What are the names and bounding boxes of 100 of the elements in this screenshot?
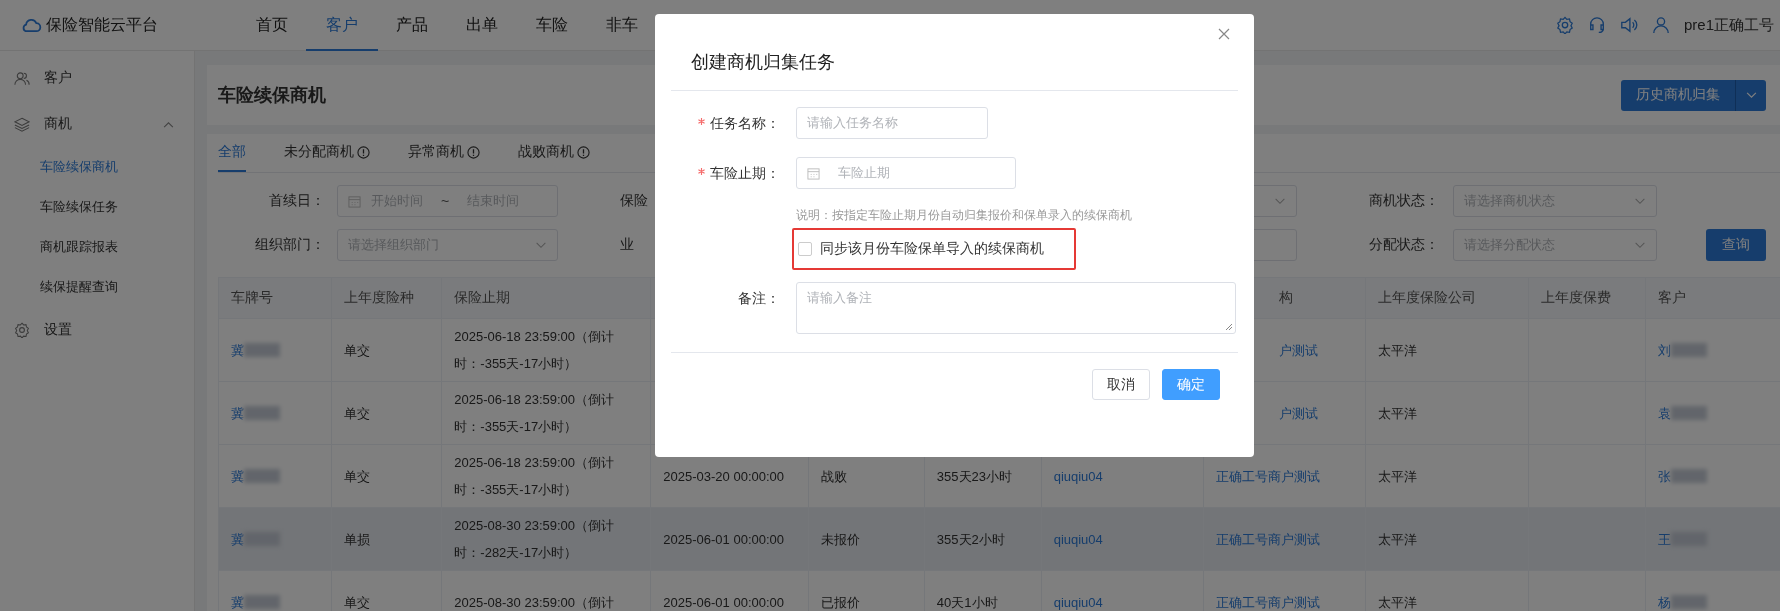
checkbox-label[interactable]: 同步该月份车险保单导入的续保商机: [820, 240, 1044, 258]
filter-label: 业: [619, 236, 635, 254]
sidebar-item[interactable]: 设置: [0, 307, 194, 353]
checkbox[interactable]: [798, 242, 812, 256]
redaction-blur: [1671, 595, 1708, 609]
chevron-down-icon: [1634, 241, 1646, 249]
table-cell: 未报价: [821, 531, 861, 547]
column-header: 保险止期: [441, 277, 651, 319]
customer-name[interactable]: 刘: [1658, 336, 1672, 364]
field-label: 车险止期：: [655, 157, 780, 189]
table-link[interactable]: 正确工号商户测试: [1215, 531, 1320, 547]
caret-icon: [1745, 91, 1757, 99]
redaction-blur: [244, 469, 280, 483]
plate-number[interactable]: 冀: [231, 588, 244, 611]
required-icon: [698, 118, 705, 125]
filter-label: 首续日：: [268, 192, 326, 210]
table-link[interactable]: 正确工号商户测试: [1215, 468, 1320, 484]
nav-tab[interactable]: 客户: [306, 0, 378, 51]
table-cell: 单交: [343, 594, 370, 610]
info-icon: [467, 145, 480, 159]
tab[interactable]: 未分配商机: [284, 134, 370, 172]
filter-label: 商机状态：: [1368, 192, 1440, 210]
table-cell: 太平洋: [1378, 468, 1418, 484]
table-link[interactable]: 户测试: [1278, 405, 1318, 421]
table-cell: 2025-06-01 00:00:00: [663, 531, 785, 547]
sidebar-item[interactable]: 商机: [0, 101, 194, 147]
customer-name[interactable]: 杨: [1658, 588, 1672, 611]
plate-number[interactable]: 冀: [231, 462, 244, 490]
dialog-title: 创建商机归集任务: [691, 52, 835, 72]
table-cell: 太平洋: [1378, 405, 1418, 421]
date-field[interactable]: 车险止期: [796, 157, 1016, 189]
table-cell: 2025-08-30 23:59:00（倒计时：-282天-17小时）: [454, 518, 615, 560]
sidebar-subitem[interactable]: 商机跟踪报表: [0, 227, 194, 267]
speaker-icon[interactable]: [1619, 16, 1638, 34]
table-cell: 战败: [821, 468, 848, 484]
field-label: 备注：: [737, 289, 780, 308]
user-name[interactable]: pre1正确工号: [1683, 15, 1774, 35]
remark-field[interactable]: 请输入备注: [796, 282, 1236, 334]
sidebar-subitem[interactable]: 续保提醒查询: [0, 267, 194, 307]
plate-number[interactable]: 冀: [231, 525, 244, 553]
table-row[interactable]: 冀 单交 2025-08-30 23:59:00（倒计 2025-06-01 00:00:00 已报价 40天1小时 qiuqiu04 正确工号商户测试 太平洋 杨: [218, 570, 1780, 611]
customer-name[interactable]: 王: [1658, 525, 1672, 553]
tab[interactable]: 全部: [218, 134, 246, 172]
filter-label: 分配状态：: [1368, 236, 1440, 254]
chevron-down-icon: [1634, 197, 1646, 205]
calendar-icon: [348, 194, 361, 208]
info-icon: [577, 145, 590, 159]
sidebar-item[interactable]: 客户: [0, 55, 194, 101]
filter-label: 保险: [619, 192, 649, 210]
table-link[interactable]: 户测试: [1278, 342, 1318, 358]
column-header: 客户: [1645, 277, 1780, 319]
query-button[interactable]: 查询: [1706, 229, 1766, 261]
chevron-icon: [163, 120, 174, 128]
table-cell: 40天1小时: [936, 594, 998, 610]
table-cell: 单交: [343, 342, 370, 358]
plate-number[interactable]: 冀: [231, 336, 244, 364]
table-cell: 太平洋: [1378, 342, 1418, 358]
cancel-button[interactable]: 取消: [1092, 369, 1150, 400]
close-icon[interactable]: [1218, 28, 1230, 40]
layers-icon: [14, 116, 30, 132]
redaction-blur: [1671, 469, 1708, 483]
nav-tab[interactable]: 出单: [446, 0, 518, 51]
chevron-down-icon: [535, 241, 547, 249]
user-icon[interactable]: [1651, 16, 1670, 34]
nav-tab[interactable]: 产品: [376, 0, 448, 51]
table-cell: 单交: [343, 468, 370, 484]
table-link[interactable]: qiuqiu04: [1053, 531, 1103, 547]
table-link[interactable]: qiuqiu04: [1053, 468, 1103, 484]
redaction-blur: [244, 406, 280, 420]
table-link[interactable]: qiuqiu04: [1053, 594, 1103, 610]
table-row[interactable]: 冀 单损 2025-08-30 23:59:00（倒计时：-282天-17小时） 2025-06-01 00:00:00 未报价 355天2小时 qiuqiu04 正确工号商户测试 太平洋 王: [218, 507, 1780, 571]
customer-name[interactable]: 袁: [1658, 399, 1672, 427]
nav-tab[interactable]: 车险: [516, 0, 588, 51]
column-header: 上年度保费: [1528, 277, 1646, 319]
customer-name[interactable]: 张: [1658, 462, 1672, 490]
history-button[interactable]: 历史商机归集: [1621, 79, 1736, 111]
tab[interactable]: 战败商机: [518, 134, 590, 172]
table-cell: 2025-03-20 00:00:00: [663, 468, 785, 484]
resize-handle-icon[interactable]: [1225, 323, 1233, 331]
settings-icon[interactable]: [1555, 16, 1574, 34]
tab[interactable]: 异常商机: [408, 134, 480, 172]
confirm-button[interactable]: 确定: [1162, 369, 1220, 400]
table-cell: 单交: [343, 405, 370, 421]
input-field[interactable]: 请输入任务名称: [796, 107, 988, 139]
redaction-blur: [1671, 343, 1708, 357]
redaction-blur: [244, 595, 280, 609]
sidebar-subitem[interactable]: 车险续保商机: [0, 147, 194, 187]
table-cell: 2025-06-01 00:00:00: [663, 594, 785, 610]
calendar-icon: [807, 166, 820, 180]
filter-label: 组织部门：: [254, 236, 326, 254]
table-cell: 太平洋: [1378, 531, 1418, 547]
nav-tab[interactable]: 首页: [236, 0, 308, 51]
headset-icon[interactable]: [1587, 16, 1606, 34]
plate-number[interactable]: 冀: [231, 399, 244, 427]
chevron-down-icon: [1274, 197, 1286, 205]
table-cell: 2025-08-30 23:59:00（倒计: [454, 594, 615, 610]
column-header: 上年度险种: [331, 277, 442, 319]
required-icon: [698, 168, 705, 175]
table-cell: 太平洋: [1378, 594, 1418, 610]
sidebar-subitem[interactable]: 车险续保任务: [0, 187, 194, 227]
